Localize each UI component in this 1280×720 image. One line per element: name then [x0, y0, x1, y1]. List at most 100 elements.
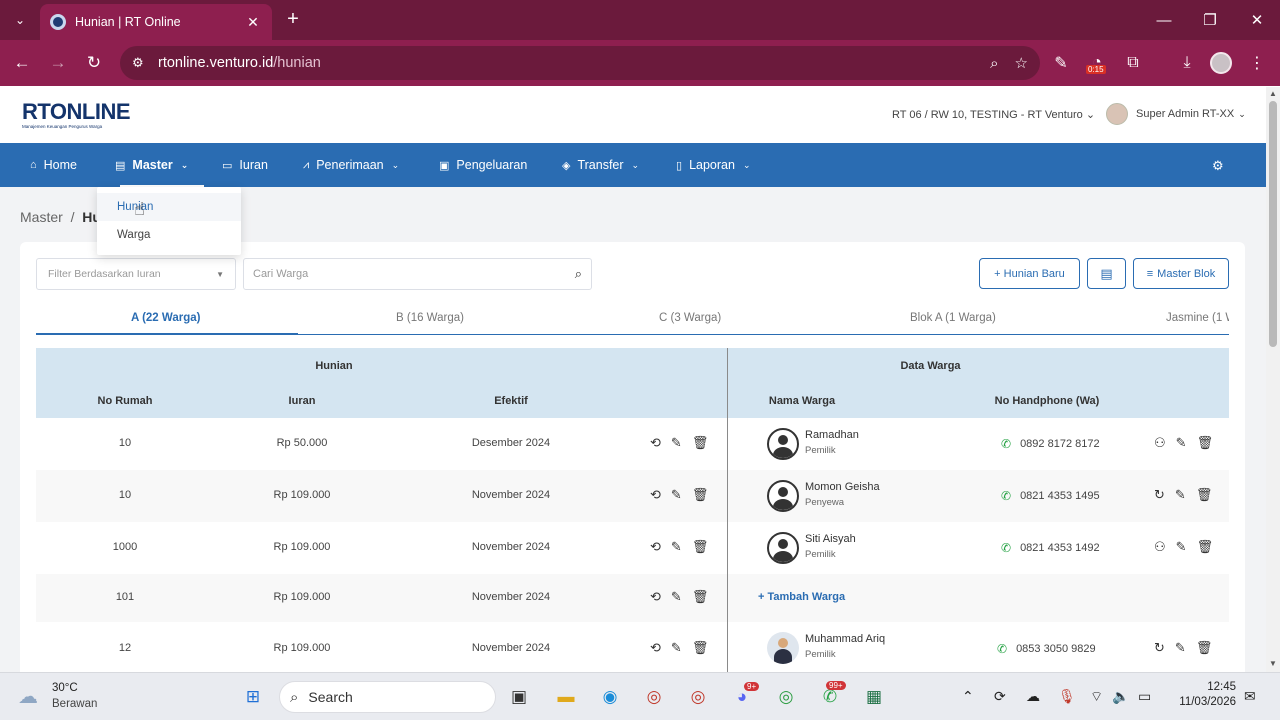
- feather-extension-icon[interactable]: ✎: [1049, 51, 1073, 75]
- forward-icon[interactable]: →: [46, 51, 70, 75]
- edit-icon[interactable]: ✎: [671, 640, 682, 656]
- edge-icon[interactable]: ◉: [596, 683, 624, 711]
- cloud-icon[interactable]: ☁: [1026, 688, 1040, 705]
- chrome-profile-icon[interactable]: ◎: [684, 683, 712, 711]
- tab-blok-a[interactable]: A (22 Warga): [131, 305, 200, 335]
- microphone-icon[interactable]: 🎙: [1058, 688, 1076, 705]
- new-tab-icon[interactable]: +: [282, 8, 304, 30]
- profile-avatar[interactable]: [1210, 52, 1232, 74]
- history-icon[interactable]: ⟲: [650, 640, 661, 656]
- file-explorer-icon[interactable]: ▬: [552, 683, 580, 711]
- nav-pengeluaran[interactable]: ▣ Pengeluaran: [439, 143, 527, 187]
- edit-icon[interactable]: ✎: [671, 435, 682, 451]
- extensions-puzzle-icon[interactable]: ⧉: [1121, 51, 1145, 75]
- warga-phone[interactable]: ✆ 0892 8172 8172: [1001, 437, 1100, 451]
- user-menu[interactable]: Super Admin RT-XX ⌄: [1106, 103, 1246, 125]
- download-icon[interactable]: ⤓: [1175, 51, 1199, 75]
- battery-icon[interactable]: ▭: [1138, 688, 1151, 705]
- notification-icon[interactable]: ✉: [1244, 688, 1256, 705]
- app-logo[interactable]: RTONLINE Manajemen Keuangan Pengurus War…: [22, 99, 131, 129]
- back-icon[interactable]: ←: [10, 51, 34, 75]
- nav-master[interactable]: ▤ Master ⌄: [115, 143, 188, 187]
- rt-selector[interactable]: RT 06 / RW 10, TESTING - RT Venturo ⌄: [892, 108, 1095, 121]
- bookmark-star-icon[interactable]: ☆: [1015, 54, 1028, 72]
- edit-icon[interactable]: ✎: [671, 589, 682, 605]
- chrome-alt-icon[interactable]: ◎: [772, 683, 800, 711]
- add-user-icon[interactable]: ⚇: [1154, 539, 1166, 555]
- add-warga-link[interactable]: + Tambah Warga: [758, 591, 845, 603]
- cloud-sun-icon[interactable]: ☁: [18, 684, 44, 708]
- no-rumah: 101: [115, 591, 135, 603]
- window-close-icon[interactable]: ✕: [1234, 0, 1280, 40]
- trash-icon[interactable]: 🗑: [1197, 435, 1214, 451]
- history-icon[interactable]: ⟲: [650, 487, 661, 503]
- edit-icon[interactable]: ✎: [1176, 435, 1187, 451]
- add-user-icon[interactable]: ⚇: [1154, 435, 1166, 451]
- nav-iuran[interactable]: ▭ Iuran: [222, 143, 268, 187]
- settings-icon[interactable]: ⚙: [1212, 158, 1224, 174]
- trash-icon[interactable]: 🗑: [1197, 539, 1214, 555]
- chrome-icon[interactable]: ◎: [640, 683, 668, 711]
- warga-phone[interactable]: ✆ 0821 4353 1492: [1001, 541, 1100, 555]
- tab-close-icon[interactable]: ✕: [244, 14, 262, 31]
- trash-icon[interactable]: 🗑: [1196, 487, 1213, 503]
- site-settings-icon[interactable]: ⚙: [132, 55, 152, 71]
- edit-icon[interactable]: ✎: [671, 487, 682, 503]
- trash-icon[interactable]: 🗑: [692, 539, 709, 555]
- page-scrollbar[interactable]: ▲ ▼: [1266, 87, 1280, 672]
- excel-icon[interactable]: ▦: [860, 683, 888, 711]
- trash-icon[interactable]: 🗑: [692, 589, 709, 605]
- history-icon[interactable]: ⟲: [650, 435, 661, 451]
- nav-home[interactable]: ⌂ Home: [30, 143, 77, 187]
- wifi-icon[interactable]: ⌔: [1090, 688, 1103, 706]
- search-icon[interactable]: ⌕: [575, 266, 582, 282]
- nav-laporan[interactable]: ▯ Laporan ⌄: [676, 143, 750, 187]
- tray-chevron-icon[interactable]: ⌃: [962, 688, 974, 705]
- taskbar-search[interactable]: ⌕ Search: [279, 681, 496, 713]
- edit-icon[interactable]: ✎: [1176, 539, 1187, 555]
- tab-blok-c[interactable]: C (3 Warga): [659, 305, 721, 335]
- filter-iuran-select[interactable]: Filter Berdasarkan Iuran ▼: [36, 258, 236, 290]
- sync-icon[interactable]: ⟳: [994, 688, 1006, 705]
- search-input[interactable]: Cari Warga ⌕: [243, 258, 592, 290]
- browser-menu-icon[interactable]: ⋮: [1245, 51, 1269, 75]
- reload-icon[interactable]: ↻: [82, 51, 106, 75]
- trash-icon[interactable]: 🗑: [1196, 640, 1213, 656]
- taskbar-clock[interactable]: 12:45 11/03/2026: [1176, 681, 1236, 708]
- scroll-up-icon[interactable]: ▲: [1266, 89, 1280, 101]
- add-hunian-button[interactable]: + Hunian Baru: [979, 258, 1080, 289]
- nav-penerimaan[interactable]: ⩘ Penerimaan ⌄: [303, 143, 399, 187]
- switch-user-icon[interactable]: ↻: [1154, 487, 1165, 503]
- tab-search-icon[interactable]: ⌄: [6, 6, 34, 34]
- switch-user-icon[interactable]: ↻: [1154, 640, 1165, 656]
- tab-blok-b[interactable]: B (16 Warga): [396, 305, 464, 335]
- history-icon[interactable]: ⟲: [650, 589, 661, 605]
- dropdown-item-warga[interactable]: Warga: [97, 221, 241, 249]
- minimize-icon[interactable]: —: [1141, 0, 1187, 40]
- tab-jasmine[interactable]: Jasmine (1 W: [1166, 305, 1229, 335]
- edit-icon[interactable]: ✎: [1175, 487, 1186, 503]
- edit-icon[interactable]: ✎: [671, 539, 682, 555]
- zoom-icon[interactable]: ⌕: [990, 55, 998, 72]
- tab-blok-a-2[interactable]: Blok A (1 Warga): [910, 305, 996, 335]
- breadcrumb-root[interactable]: Master: [20, 209, 63, 225]
- warga-phone[interactable]: ✆ 0853 3050 9829: [997, 642, 1096, 656]
- trash-icon[interactable]: 🗑: [692, 640, 709, 656]
- volume-icon[interactable]: 🔈: [1112, 688, 1129, 705]
- history-icon[interactable]: ⟲: [650, 539, 661, 555]
- trash-icon[interactable]: 🗑: [692, 435, 709, 451]
- windows-start-icon[interactable]: ⊞: [239, 683, 267, 711]
- export-document-button[interactable]: ▤: [1087, 258, 1126, 289]
- dropdown-item-hunian[interactable]: Hunian: [97, 193, 241, 221]
- task-view-icon[interactable]: ▣: [505, 683, 533, 711]
- scroll-down-icon[interactable]: ▼: [1266, 659, 1280, 671]
- restore-icon[interactable]: ❐: [1187, 0, 1233, 40]
- trash-icon[interactable]: 🗑: [692, 487, 709, 503]
- warga-phone[interactable]: ✆ 0821 4353 1495: [1001, 489, 1100, 503]
- edit-icon[interactable]: ✎: [1175, 640, 1186, 656]
- nav-transfer[interactable]: ◈ Transfer ⌄: [562, 143, 639, 187]
- master-blok-button[interactable]: ≡ Master Blok: [1133, 258, 1229, 289]
- address-bar[interactable]: ⚙ rtonline.venturo.id/hunian ⌕ ☆: [120, 46, 1040, 80]
- browser-tab[interactable]: Hunian | RT Online ✕: [40, 4, 272, 40]
- scroll-thumb[interactable]: [1269, 101, 1277, 347]
